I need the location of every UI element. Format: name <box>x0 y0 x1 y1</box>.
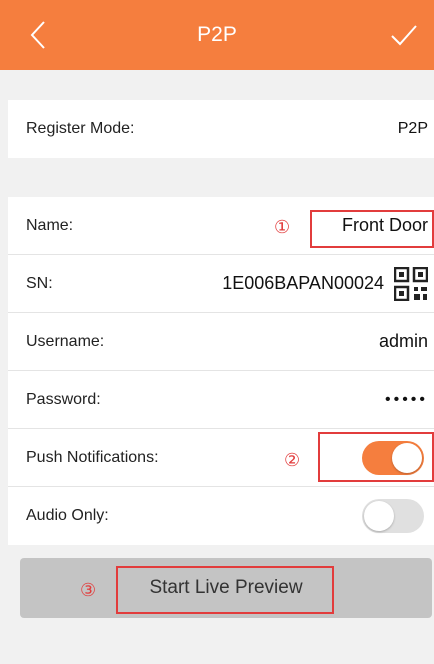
name-highlight-box <box>310 210 434 248</box>
chevron-left-icon[interactable] <box>26 20 48 50</box>
device-settings-section: Name: Front Door SN: 1E006BAPAN00024 Use… <box>8 197 434 545</box>
qr-code-icon[interactable] <box>394 266 428 301</box>
preview-highlight-box <box>116 566 334 614</box>
name-label: Name: <box>26 216 74 234</box>
audio-only-row: Audio Only: <box>8 487 434 545</box>
audio-only-label: Audio Only: <box>26 507 109 524</box>
sn-label: SN: <box>26 274 53 292</box>
password-row[interactable]: Password: ••••• <box>8 371 434 429</box>
username-label: Username: <box>26 332 105 350</box>
top-bar: P2P <box>0 0 434 70</box>
push-notifications-label: Push Notifications: <box>26 448 159 466</box>
callout-3: ③ <box>80 580 97 601</box>
password-value[interactable]: ••••• <box>385 391 428 409</box>
register-mode-value: P2P <box>397 120 428 137</box>
username-row[interactable]: Username: admin <box>8 313 434 371</box>
password-label: Password: <box>26 390 101 408</box>
register-mode-row: Register Mode: P2P <box>8 100 434 158</box>
username-value[interactable]: admin <box>379 331 428 352</box>
check-icon[interactable] <box>390 22 418 48</box>
callout-1: ① <box>274 217 291 238</box>
sn-row: SN: 1E006BAPAN00024 <box>8 255 434 313</box>
push-toggle-highlight-box <box>318 432 434 482</box>
toggle-knob <box>364 501 394 531</box>
callout-2: ② <box>284 450 301 471</box>
audio-only-toggle[interactable] <box>362 499 424 533</box>
register-mode-label: Register Mode: <box>26 120 135 137</box>
page-title: P2P <box>197 23 237 46</box>
register-section: Register Mode: P2P <box>8 100 434 158</box>
sn-value: 1E006BAPAN00024 <box>222 273 384 293</box>
